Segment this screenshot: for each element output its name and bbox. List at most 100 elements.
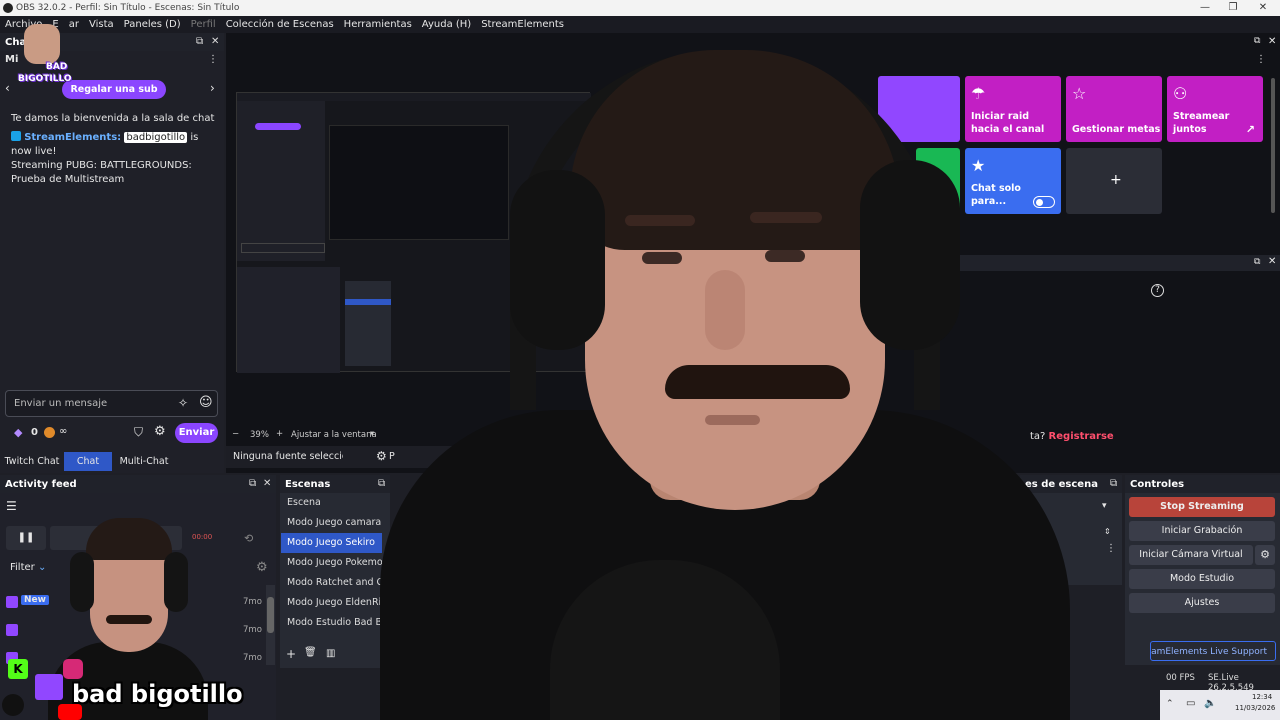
float-icon[interactable]: ⧉ [1110,478,1117,489]
tab-twitch-chat[interactable]: Twitch Chat [2,452,62,471]
close-icon[interactable]: ✕ [1268,256,1276,267]
filter-icon[interactable]: ▥ [326,648,335,659]
zoom-in-button[interactable]: + [276,429,283,439]
scene-item[interactable]: Modo Ratchet and Clank [281,573,382,593]
chevron-down-icon[interactable]: ▾ [370,429,374,439]
obs-icon [3,3,13,13]
add-scene-button[interactable]: + [286,647,296,661]
chevron-left-icon[interactable]: ‹ [5,81,10,95]
float-icon[interactable]: ⧉ [1254,36,1260,46]
fit-window-label[interactable]: Ajustar a la ventana [291,430,377,440]
zoom-out-button[interactable]: − [232,429,239,439]
activity-age-3: 7mo [243,653,262,663]
start-recording-button[interactable]: Iniciar Grabación [1129,521,1275,541]
goals-tile[interactable]: ☆ Gestionar metas [1066,76,1162,142]
hamburger-menu-icon[interactable]: ☰ [6,499,17,513]
small-headphone-left [70,552,94,612]
nose [705,270,745,350]
plus-icon: + [1110,172,1122,188]
mouth [705,415,760,425]
chat-tabs: Twitch Chat Chat Multi-Chat [0,450,224,472]
scenes-panel: Escenas ⧉ Escena Modo Juego camara inf M… [280,475,390,668]
bad-bigotillo-logo: BAD BIGOTILLO [18,24,78,88]
menu-coleccion[interactable]: Colección de Escenas [221,19,339,30]
network-icon[interactable]: ▭ [1186,698,1195,709]
no-source-label: Ninguna fuente seleccionada [233,451,343,462]
small-person-hair [86,518,172,560]
scene-item[interactable]: Modo Juego camara inf [281,513,382,533]
gear-icon[interactable]: ⚙ [256,560,268,575]
scrollbar[interactable] [266,585,275,665]
message-author[interactable]: StreamElements: [24,132,121,143]
emoji-icon[interactable]: ☺ [199,395,213,410]
help-icon[interactable]: ? [1151,284,1164,297]
float-icon[interactable]: ⧉ [249,478,256,489]
se-live-support-button[interactable]: amElements Live Support [1150,641,1276,661]
magic-wand-icon[interactable]: ✧ [178,396,188,410]
webcam-overlay [380,20,1070,720]
chevron-down-icon[interactable]: ▾ [1102,501,1107,511]
points-count: 0 [31,427,38,438]
spin-icon[interactable]: ⇕ [1104,527,1111,536]
moustache [665,365,850,399]
add-action-tile[interactable]: + [1066,148,1162,214]
scrollbar[interactable] [1271,78,1275,213]
message-input-placeholder: Enviar un mensaje [14,398,108,409]
message-input[interactable]: Enviar un mensaje ✧ ☺ [5,390,218,417]
studio-mode-button[interactable]: Modo Estudio [1129,569,1275,589]
nested-activity [237,267,340,373]
scene-item[interactable]: Modo Estudio Bad B [281,613,382,633]
clock-date[interactable]: 11/03/2026 [1235,704,1275,712]
menu-vista[interactable]: Vista [84,19,119,30]
activity-age-1: 7mo [243,597,262,607]
float-icon[interactable]: ⧉ [1254,257,1260,267]
volume-icon[interactable]: 🔈 [1204,698,1216,709]
scene-item-selected[interactable]: Modo Juego Sekiro [281,533,382,553]
instagram-icon [63,659,83,679]
settings-button[interactable]: Ajustes [1129,593,1275,613]
chevron-right-icon[interactable]: › [210,81,215,95]
scenes-list: Escena Modo Juego camara inf Modo Juego … [281,493,382,633]
small-headphone-right [164,552,188,612]
chevron-down-icon[interactable]: ⌄ [38,562,46,573]
more-options-icon[interactable]: ⋮ [208,54,218,65]
replay-icon[interactable]: ⟲ [244,532,253,545]
controls-title: Controles [1130,478,1185,490]
tab-multi-chat[interactable]: Multi-Chat [114,452,174,471]
virtual-camera-button[interactable]: Iniciar Cámara Virtual [1129,545,1253,565]
scene-item[interactable]: Modo Juego EldenRing [281,593,382,613]
gear-icon[interactable]: ⚙ [154,424,166,439]
scene-item[interactable]: Modo Juego Pokemon [281,553,382,573]
welcome-message: Te damos la bienvenida a la sala de chat [11,113,215,124]
menu-paneles[interactable]: Paneles (D) [119,19,186,30]
close-icon[interactable]: ✕ [211,36,219,47]
message-mention[interactable]: badbigotillo [124,132,188,143]
title-bar: OBS 32.0.2 - Perfil: Sin Título - Escena… [0,0,1280,16]
tray-chevron-icon[interactable]: ⌃ [1166,699,1174,709]
scene-item[interactable]: Escena [281,493,382,513]
coin-icon [44,427,55,438]
stop-streaming-button[interactable]: Stop Streaming [1129,497,1275,517]
trash-icon[interactable]: 🗑 [304,647,317,658]
close-icon[interactable]: ✕ [263,478,271,489]
bot-badge-icon [11,131,21,141]
shield-icon[interactable]: ⛉ [134,425,143,440]
send-button[interactable]: Enviar [175,423,218,443]
chat-panel: Chat ⧉ ✕ Mi ⋮ ‹ Regalar una sub › Te dam… [0,33,224,473]
close-window-button[interactable]: ✕ [1245,0,1280,16]
filter-label[interactable]: Filter [10,562,35,573]
scrollbar-thumb[interactable] [267,597,274,633]
clock-time[interactable]: 12:34 [1252,693,1272,701]
status-bar: 00 FPS SE.Live 26.2.5.549 [1160,672,1280,693]
menu-perfil[interactable]: Perfil [186,19,221,30]
eyebrow-right [750,212,822,223]
float-icon[interactable]: ⧉ [196,36,203,47]
more-options-icon[interactable]: ⋮ [1106,543,1116,554]
tiktok-icon [2,694,24,716]
more-options-icon[interactable]: ⋮ [1256,54,1266,65]
pause-button[interactable]: ❚❚ [6,526,46,550]
stream-together-tile[interactable]: ⚇ Streamear juntos ↗ [1167,76,1263,142]
virtual-camera-settings-icon[interactable]: ⚙ [1255,545,1275,565]
tab-chat[interactable]: Chat [64,452,112,471]
close-icon[interactable]: ✕ [1268,36,1276,47]
